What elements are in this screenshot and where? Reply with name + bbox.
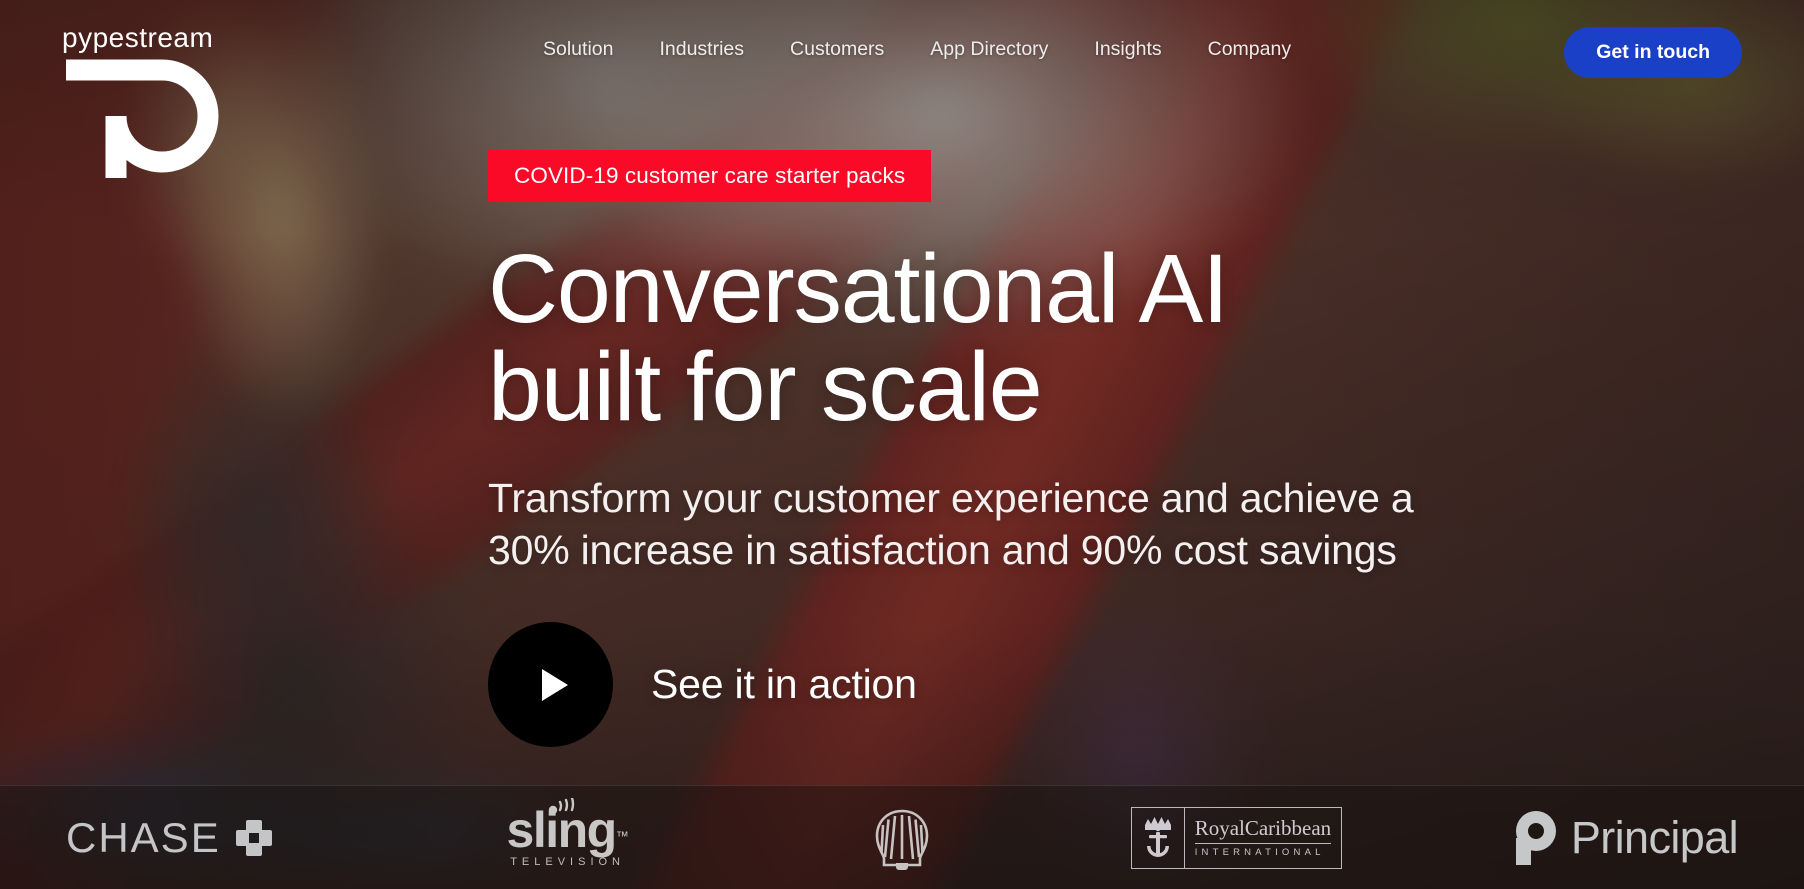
pypestream-loop-mark-icon (66, 59, 219, 178)
nav-item-app-directory[interactable]: App Directory (907, 32, 1071, 67)
play-triangle-icon (541, 668, 568, 701)
sling-subtitle: TELEVISION (510, 856, 625, 869)
get-in-touch-button[interactable]: Get in touch (1564, 27, 1742, 78)
chase-wordmark: CHASE (66, 813, 221, 861)
play-button[interactable] (488, 622, 613, 748)
principal-wordmark: Principal (1570, 811, 1739, 863)
headline-line-2: built for scale (488, 331, 1043, 441)
principal-circle-p-icon (1515, 810, 1556, 865)
headline-line-1: Conversational AI (488, 234, 1229, 343)
chase-octagon-icon (235, 819, 272, 856)
main-navigation: Solution Industries Customers App Direct… (520, 32, 1314, 67)
subhead-line-2: 30% increase in satisfaction and 90% cos… (488, 527, 1397, 573)
royal-caribbean-subtitle: INTERNATIONAL (1194, 843, 1332, 858)
page-title: Conversational AI built for scale (488, 240, 1588, 436)
sling-wordmark: sling (506, 801, 618, 858)
sling-trademark: ™ (615, 828, 629, 844)
hero-subheadline: Transform your customer experience and a… (488, 472, 1498, 576)
shell-pecten-icon (875, 809, 929, 870)
hero-content: COVID-19 customer care starter packs Con… (488, 150, 1588, 748)
logo-sling-television[interactable]: sling™ TELEVISION (400, 786, 734, 889)
customer-logo-strip: CHASE sling™ TELEVISION RoyalCaribbean I… (0, 785, 1804, 889)
hero-page: pypestream Solution Industries Customers… (0, 0, 1804, 889)
logo-shell[interactable] (735, 786, 1069, 889)
logo-royal-caribbean[interactable]: RoyalCaribbean INTERNATIONAL (1069, 786, 1403, 889)
nav-item-industries[interactable]: Industries (636, 32, 767, 67)
covid-starter-packs-banner[interactable]: COVID-19 customer care starter packs (488, 150, 932, 202)
logo-chase[interactable]: CHASE (0, 786, 400, 889)
see-it-in-action-button[interactable]: See it in action (488, 622, 917, 748)
site-header: pypestream Solution Industries Customers… (0, 0, 1804, 178)
royal-caribbean-name: RoyalCaribbean (1194, 815, 1332, 840)
crown-anchor-icon (1144, 816, 1171, 857)
nav-item-customers[interactable]: Customers (767, 32, 907, 67)
see-it-in-action-label: See it in action (651, 661, 917, 708)
subhead-line-1: Transform your customer experience and a… (488, 474, 1414, 521)
nav-item-solution[interactable]: Solution (520, 32, 636, 67)
nav-item-insights[interactable]: Insights (1071, 32, 1184, 67)
logo-principal[interactable]: Principal (1404, 786, 1804, 889)
brand-logo[interactable]: pypestream (62, 24, 262, 183)
nav-item-company[interactable]: Company (1185, 32, 1314, 67)
brand-wordmark: pypestream (62, 22, 214, 53)
